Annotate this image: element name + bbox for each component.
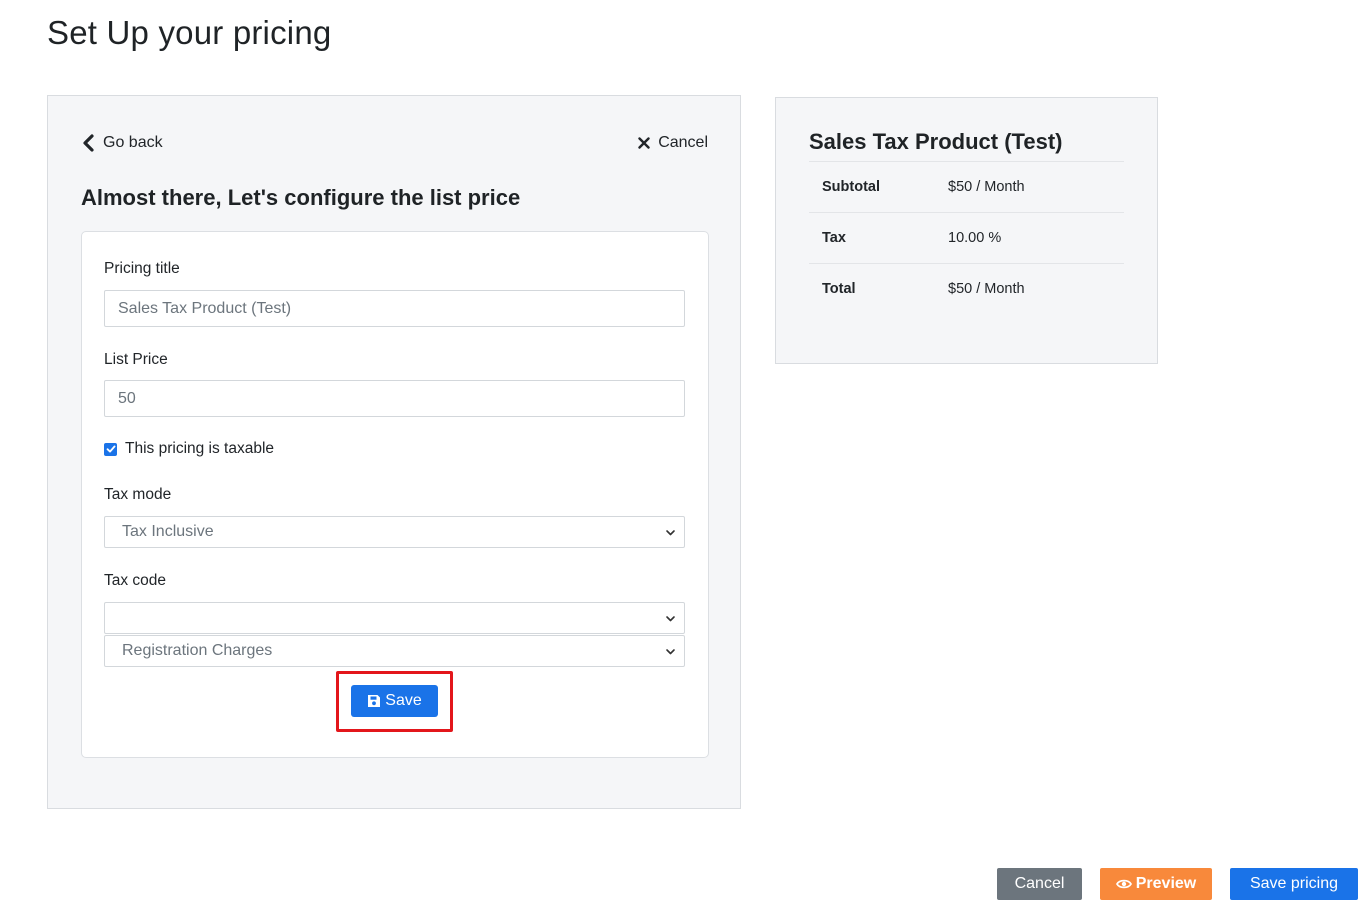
footer-cancel-button[interactable]: Cancel	[997, 868, 1082, 900]
tax-code-sub-select[interactable]: Registration Charges	[104, 635, 685, 667]
summary-row-label: Subtotal	[822, 179, 880, 195]
summary-row-value: 10.00 %	[948, 230, 1002, 246]
chevron-left-icon	[83, 134, 94, 152]
summary-row-label: Total	[822, 281, 856, 297]
preview-button[interactable]: Preview	[1100, 868, 1212, 900]
list-price-label: List Price	[104, 351, 168, 368]
tax-code-label: Tax code	[104, 572, 167, 589]
summary-title: Sales Tax Product (Test)	[809, 129, 1063, 154]
preview-label: Preview	[1135, 875, 1197, 892]
chevron-down-icon	[666, 530, 675, 536]
cancel-label: Cancel	[658, 134, 708, 151]
panel-nav: Go back Cancel	[81, 134, 708, 156]
summary-row: Subtotal $50 / Month	[809, 161, 1124, 212]
chevron-down-icon	[666, 649, 675, 655]
footer-cancel-label: Cancel	[1014, 875, 1065, 892]
save-pricing-label: Save pricing	[1249, 875, 1339, 892]
tax-mode-label: Tax mode	[104, 486, 172, 503]
config-heading: Almost there, Let's configure the list p…	[81, 185, 521, 210]
save-pricing-button[interactable]: Save pricing	[1230, 868, 1358, 900]
cancel-link[interactable]: Cancel	[638, 134, 708, 152]
save-label: Save	[385, 692, 422, 709]
pricing-form: Pricing title List Price This pricing is…	[81, 231, 709, 758]
summary-row-label: Tax	[822, 230, 846, 246]
taxable-checkbox-row[interactable]: This pricing is taxable	[104, 440, 274, 458]
tax-mode-select[interactable]: Tax Inclusive	[104, 516, 685, 548]
taxable-checkbox[interactable]	[104, 442, 117, 456]
tax-code-sub-value: Registration Charges	[122, 642, 273, 659]
pricing-summary-panel: Sales Tax Product (Test) Subtotal $50 / …	[775, 97, 1158, 364]
summary-row-value: $50 / Month	[948, 281, 1025, 297]
floppy-disk-icon	[368, 695, 381, 707]
summary-row: Tax 10.00 %	[809, 212, 1124, 263]
go-back-label: Go back	[103, 134, 163, 151]
chevron-down-icon	[666, 616, 675, 622]
eye-icon	[1115, 879, 1132, 889]
pricing-title-input[interactable]	[104, 290, 685, 327]
tax-code-select[interactable]	[104, 602, 685, 634]
pricing-title-label: Pricing title	[104, 260, 180, 277]
tax-mode-value: Tax Inclusive	[122, 523, 214, 540]
summary-row-value: $50 / Month	[948, 179, 1025, 195]
checkmark-icon	[106, 445, 115, 453]
taxable-label: This pricing is taxable	[125, 440, 275, 457]
go-back-link[interactable]: Go back	[81, 134, 163, 152]
pricing-config-panel: Go back Cancel Almost there, Let's confi…	[47, 95, 741, 809]
close-icon	[638, 137, 650, 149]
save-button[interactable]: Save	[351, 685, 438, 717]
page-title: Set Up your pricing	[47, 14, 332, 51]
summary-row: Total $50 / Month	[809, 263, 1124, 314]
list-price-input[interactable]	[104, 380, 685, 417]
summary-table: Subtotal $50 / Month Tax 10.00 % Total $…	[809, 161, 1124, 314]
